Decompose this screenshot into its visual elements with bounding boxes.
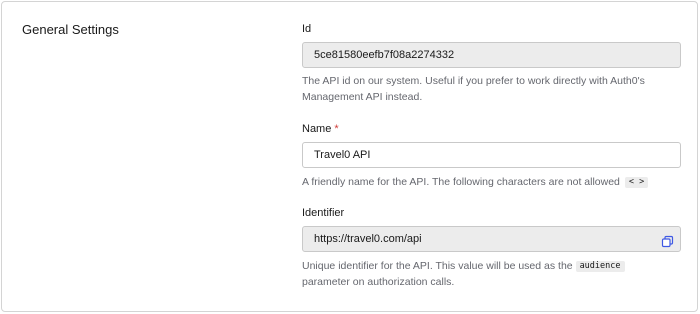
identifier-label: Identifier	[302, 207, 344, 219]
copy-icon[interactable]	[661, 233, 674, 248]
name-input[interactable]: Travel0 API	[302, 142, 681, 168]
required-marker: *	[334, 123, 339, 135]
audience-code: audience	[575, 261, 625, 272]
name-label-text: Name	[302, 123, 332, 135]
name-help-text: A friendly name for the API. The followi…	[302, 174, 682, 190]
copy-icon-svg	[661, 235, 674, 248]
disallowed-chars-code: < >	[624, 177, 649, 188]
identifier-help-text: Unique identifier for the API. This valu…	[302, 258, 682, 290]
id-label: Id	[302, 23, 311, 35]
name-label: Name *	[302, 123, 339, 135]
general-settings-card: General Settings Id 5ce81580eefb7f08a227…	[1, 1, 698, 312]
identifier-help-suffix: parameter on authorization calls.	[302, 276, 455, 288]
id-field-value: 5ce81580eefb7f08a2274332	[314, 49, 455, 61]
id-help-text: The API id on our system. Useful if you …	[302, 75, 645, 103]
id-label-text: Id	[302, 23, 312, 35]
id-field[interactable]: 5ce81580eefb7f08a2274332	[302, 42, 681, 68]
identifier-field-value: https://travel0.com/api	[314, 233, 422, 245]
identifier-label-text: Identifier	[302, 207, 345, 219]
name-input-value: Travel0 API	[314, 149, 371, 161]
identifier-field[interactable]: https://travel0.com/api	[302, 226, 681, 252]
name-help-text-label: A friendly name for the API. The followi…	[302, 176, 620, 188]
section-title: General Settings	[22, 22, 119, 37]
identifier-help-prefix: Unique identifier for the API. This valu…	[302, 260, 573, 272]
